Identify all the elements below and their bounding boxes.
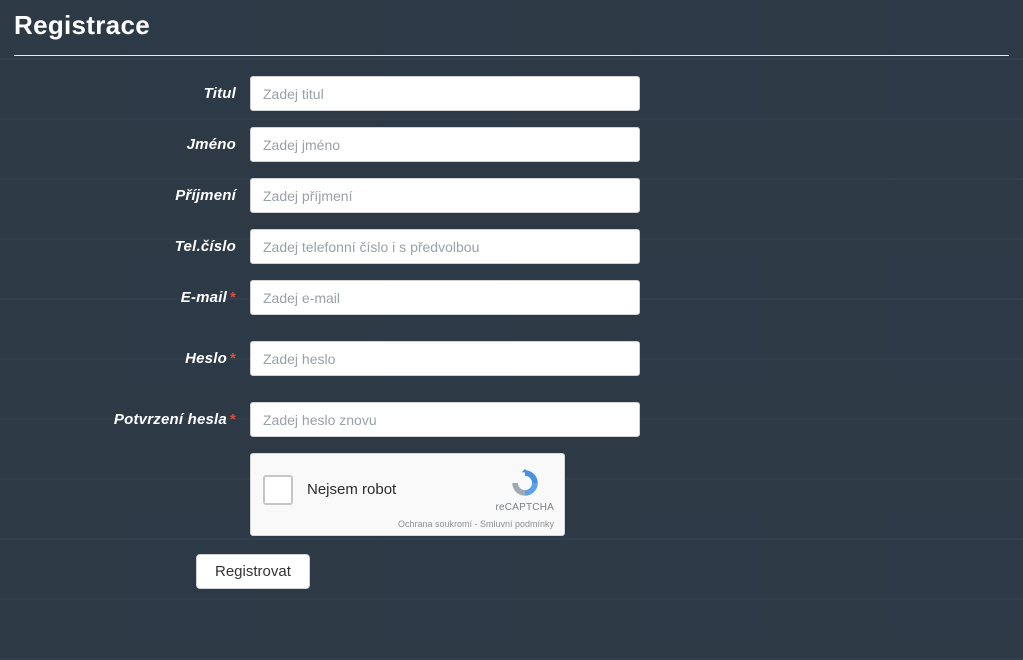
label-firstname: Jméno xyxy=(14,136,250,153)
recaptcha-privacy-link[interactable]: Ochrana soukromí xyxy=(398,519,472,529)
field-row-password: Heslo* xyxy=(14,341,1009,376)
label-surname: Příjmení xyxy=(14,187,250,204)
label-password: Heslo* xyxy=(14,350,250,367)
email-input[interactable] xyxy=(250,280,640,315)
field-row-password-confirm: Potvrzení hesla* xyxy=(14,402,1009,437)
recaptcha-checkbox[interactable] xyxy=(263,475,293,505)
recaptcha-label: Nejsem robot xyxy=(307,481,396,498)
required-marker: * xyxy=(230,411,236,428)
recaptcha-widget: Nejsem robot reCAPTCHA xyxy=(250,453,565,536)
registration-form: Titul Jméno Příjmení Tel.číslo xyxy=(14,76,1009,589)
label-phone: Tel.číslo xyxy=(14,238,250,255)
recaptcha-brand: reCAPTCHA xyxy=(496,502,554,513)
field-row-title: Titul xyxy=(14,76,1009,111)
field-row-surname: Příjmení xyxy=(14,178,1009,213)
field-row-captcha: Nejsem robot reCAPTCHA xyxy=(14,453,1009,536)
page-title: Registrace xyxy=(14,0,1009,55)
surname-input[interactable] xyxy=(250,178,640,213)
required-marker: * xyxy=(230,289,236,306)
label-password-confirm: Potvrzení hesla* xyxy=(14,411,250,428)
phone-input[interactable] xyxy=(250,229,640,264)
label-email: E-mail* xyxy=(14,289,250,306)
field-row-firstname: Jméno xyxy=(14,127,1009,162)
divider xyxy=(14,55,1009,56)
title-input[interactable] xyxy=(250,76,640,111)
password-confirm-input[interactable] xyxy=(250,402,640,437)
submit-row: Registrovat xyxy=(14,554,1009,589)
firstname-input[interactable] xyxy=(250,127,640,162)
required-marker: * xyxy=(230,350,236,367)
submit-button[interactable]: Registrovat xyxy=(196,554,310,589)
label-title: Titul xyxy=(14,85,250,102)
field-row-phone: Tel.číslo xyxy=(14,229,1009,264)
password-input[interactable] xyxy=(250,341,640,376)
field-row-email: E-mail* xyxy=(14,280,1009,315)
recaptcha-icon xyxy=(508,466,542,500)
recaptcha-terms-link[interactable]: Smluvní podmínky xyxy=(480,519,554,529)
recaptcha-footer: Ochrana soukromí - Smluvní podmínky xyxy=(263,519,554,529)
